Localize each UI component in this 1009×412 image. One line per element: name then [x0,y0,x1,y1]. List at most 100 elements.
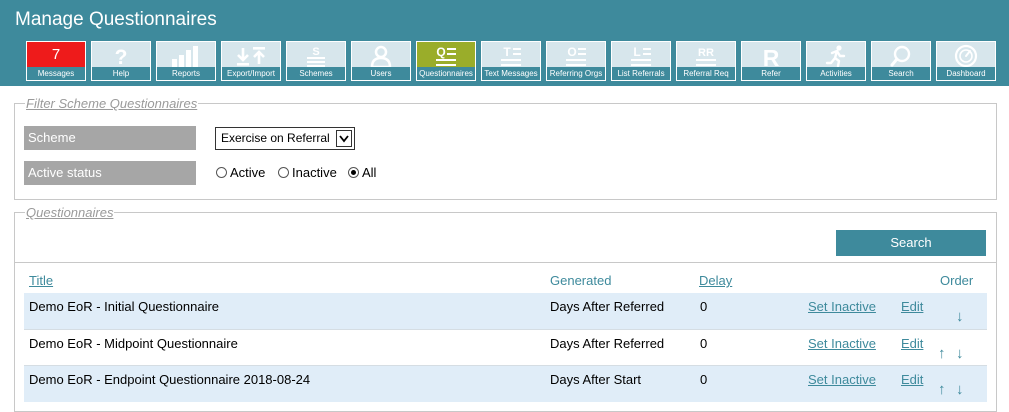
nav-label: Messages [27,67,85,80]
status-radio-all[interactable]: All [348,165,376,180]
scheme-select[interactable]: Exercise on Referral [215,127,355,150]
radio-circle-icon[interactable] [216,167,227,178]
edit-link[interactable]: Edit [901,299,923,314]
move-down-arrow-icon[interactable]: ↓ [956,309,964,324]
help-icon: ? [92,44,150,68]
column-header-order: Order [940,273,974,288]
nav-export-import-button[interactable]: Export/Import [221,41,281,81]
dashboard-gauge-icon [937,44,995,68]
schemes-icon: S [287,44,345,68]
bar-chart-icon [157,44,215,68]
nav-label: Help [92,67,150,80]
nav-search-button[interactable]: Search [871,41,931,81]
svg-text:Q: Q [436,45,445,59]
nav-help-button[interactable]: ? Help [91,41,151,81]
nav-label: Referring Orgs [547,67,605,80]
nav-label: Schemes [287,67,345,80]
referring-orgs-icon: O [547,44,605,68]
search-button[interactable]: Search [836,230,986,256]
list-referrals-icon: L [612,44,670,68]
nav-schemes-button[interactable]: S Schemes [286,41,346,81]
svg-text:O: O [567,45,576,59]
nav-label: Search [872,67,930,80]
messages-count-badge: 7 [51,46,61,63]
row-title: Demo EoR - Midpoint Questionnaire [29,336,238,351]
export-import-icon [222,44,280,68]
refer-icon: R [742,44,800,68]
svg-text:T: T [503,45,511,59]
svg-text:R: R [763,45,780,68]
set-inactive-link[interactable]: Set Inactive [808,372,876,387]
column-header-delay[interactable]: Delay [699,273,732,288]
nav-activities-button[interactable]: Activities [806,41,866,81]
user-icon [352,44,410,68]
edit-link[interactable]: Edit [901,336,923,351]
row-generated: Days After Referred [550,336,665,351]
nav-label: Questionnaires [417,67,475,80]
nav-referring-orgs-button[interactable]: O Referring Orgs [546,41,606,81]
set-inactive-link[interactable]: Set Inactive [808,336,876,351]
questionnaires-legend: Questionnaires [25,205,115,220]
text-messages-icon: T [482,44,540,68]
table-header: Title Generated Delay Order [14,262,997,294]
move-up-arrow-icon[interactable]: ↑ [938,382,946,397]
nav-label: Users [352,67,410,80]
nav-label: Text Messages [482,67,540,80]
svg-text:S: S [312,46,319,58]
active-status-label: Active status [24,161,196,185]
svg-text:RR: RR [698,47,714,59]
move-down-arrow-icon[interactable]: ↓ [956,382,964,397]
row-generated: Days After Start [550,372,642,387]
nav-label: Refer [742,67,800,80]
status-radio-inactive[interactable]: Inactive [278,165,337,180]
edit-link[interactable]: Edit [901,372,923,387]
nav-referral-req-button[interactable]: RR Referral Req [676,41,736,81]
filter-legend: Filter Scheme Questionnaires [25,96,199,111]
nav-questionnaires-button[interactable]: Q Questionnaires [416,41,476,81]
row-title: Demo EoR - Endpoint Questionnaire 2018-0… [29,372,311,387]
nav-label: Export/Import [222,67,280,80]
radio-circle-icon[interactable] [278,167,289,178]
table-row: Demo EoR - Endpoint Questionnaire 2018-0… [24,366,987,402]
column-header-title[interactable]: Title [29,273,53,288]
row-delay: 0 [700,372,708,387]
nav-messages-button[interactable]: 7 Messages [26,41,86,81]
column-header-generated: Generated [550,273,612,288]
nav-users-button[interactable]: Users [351,41,411,81]
nav-refer-button[interactable]: R Refer [741,41,801,81]
nav-label: Dashboard [937,67,995,80]
scheme-select-value: Exercise on Referral [221,131,330,145]
chevron-down-icon[interactable] [336,130,352,147]
radio-label: All [362,165,377,180]
radio-label: Active [230,165,266,180]
move-down-arrow-icon[interactable]: ↓ [956,346,964,361]
move-up-arrow-icon[interactable]: ↑ [938,346,946,361]
active-status-radio-group: Active Inactive All [216,165,416,183]
set-inactive-link[interactable]: Set Inactive [808,299,876,314]
nav-text-messages-button[interactable]: T Text Messages [481,41,541,81]
nav-reports-button[interactable]: Reports [156,41,216,81]
radio-label: Inactive [292,165,337,180]
header-bar: Manage Questionnaires 7 Messages ? Help … [0,0,1009,86]
table-row: Demo EoR - Midpoint Questionnaire Days A… [24,330,987,366]
nav-list-referrals-button[interactable]: L List Referrals [611,41,671,81]
nav-label: Referral Req [677,67,735,80]
row-delay: 0 [700,336,708,351]
running-person-icon [807,44,865,68]
status-radio-active[interactable]: Active [216,165,265,180]
search-icon [872,44,930,68]
svg-text:L: L [633,45,640,59]
row-title: Demo EoR - Initial Questionnaire [29,299,220,314]
page-title: Manage Questionnaires [15,9,217,30]
scheme-label: Scheme [24,126,196,150]
nav-label: Activities [807,67,865,80]
radio-circle-checked-icon[interactable] [348,167,359,178]
filter-panel: Filter Scheme Questionnaires [14,96,997,200]
nav-label: Reports [157,67,215,80]
nav-dashboard-button[interactable]: Dashboard [936,41,996,81]
nav-label: List Referrals [612,67,670,80]
table-row: Demo EoR - Initial Questionnaire Days Af… [24,293,987,329]
row-delay: 0 [700,299,708,314]
questionnaires-icon: Q [417,44,475,68]
row-generated: Days After Referred [550,299,665,314]
